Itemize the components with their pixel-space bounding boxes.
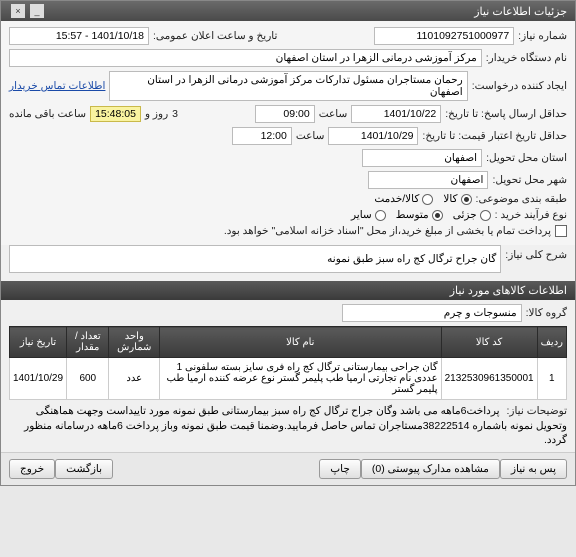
radio-icon bbox=[422, 194, 433, 205]
value-valid-time: 12:00 bbox=[232, 127, 292, 145]
cell-qty: 600 bbox=[67, 358, 109, 400]
th-unit: واحد شمارش bbox=[109, 327, 160, 358]
radio-goods[interactable]: کالا bbox=[443, 193, 471, 205]
value-days: 3 bbox=[172, 108, 178, 120]
table-row[interactable]: 1 2132530961350001 گان جراحی بیمارستانی … bbox=[10, 358, 567, 400]
th-name: نام کالا bbox=[160, 327, 442, 358]
radio-small[interactable]: جزئی bbox=[453, 209, 491, 221]
countdown: 15:48:05 bbox=[90, 106, 141, 122]
value-city: اصفهان bbox=[368, 171, 488, 189]
label-purchase-type: نوع فرآیند خرید : bbox=[495, 209, 567, 221]
value-requester: رحمان مستاجران مسئول تدارکات مرکز آموزشی… bbox=[109, 71, 467, 101]
value-deadline-date: 1401/10/22 bbox=[351, 105, 441, 123]
attachments-button[interactable]: مشاهده مدارک پیوستی (0) bbox=[361, 459, 500, 479]
label-province: استان محل تحویل: bbox=[486, 152, 567, 164]
label-city: شهر محل تحویل: bbox=[492, 174, 567, 186]
exit-button[interactable]: خروج bbox=[9, 459, 55, 479]
label-notes: توضیحات نیاز: bbox=[507, 404, 568, 419]
minimize-icon[interactable]: _ bbox=[30, 4, 44, 18]
label-requester: ایجاد کننده درخواست: bbox=[472, 80, 567, 92]
titlebar: جزئیات اطلاعات نیاز _ × bbox=[1, 1, 575, 21]
label-need-no: شماره نیاز: bbox=[518, 30, 567, 42]
radio-icon bbox=[432, 210, 443, 221]
label-remain: ساعت باقی مانده bbox=[9, 108, 86, 120]
label-category: طبقه بندی موضوعی: bbox=[476, 193, 567, 205]
value-deadline-time: 09:00 bbox=[255, 105, 315, 123]
radio-icon bbox=[461, 194, 472, 205]
radio-label-medium: متوسط bbox=[396, 209, 429, 221]
value-goods-group: منسوجات و چرم bbox=[342, 304, 522, 322]
cell-unit: عدد bbox=[109, 358, 160, 400]
value-need-title: گان جراح ترگال کج راه سبز طبق نمونه bbox=[9, 245, 501, 273]
cell-row: 1 bbox=[537, 358, 566, 400]
radio-other[interactable]: سایر bbox=[351, 209, 386, 221]
label-hour-1: ساعت bbox=[319, 108, 348, 120]
th-date: تاریخ نیاز bbox=[10, 327, 67, 358]
cell-date: 1401/10/29 bbox=[10, 358, 67, 400]
radio-label-small: جزئی bbox=[453, 209, 477, 221]
radio-service[interactable]: کالا/خدمت bbox=[374, 193, 433, 205]
radio-icon bbox=[480, 210, 491, 221]
th-qty: تعداد / مقدار bbox=[67, 327, 109, 358]
label-announce-dt: تاریخ و ساعت اعلان عمومی: bbox=[153, 30, 277, 42]
print-button[interactable]: چاپ bbox=[319, 459, 361, 479]
th-row: ردیف bbox=[537, 327, 566, 358]
radio-medium[interactable]: متوسط bbox=[396, 209, 443, 221]
value-announce-dt: 1401/10/18 - 15:57 bbox=[9, 27, 149, 45]
radio-label-goods: کالا bbox=[443, 193, 457, 205]
category-radio-group: کالا کالا/خدمت bbox=[374, 193, 471, 205]
close-button[interactable]: بازگشت bbox=[55, 459, 113, 479]
value-need-no: 1101092751000977 bbox=[374, 27, 514, 45]
label-hour-2: ساعت bbox=[296, 130, 325, 142]
section-goods-header: اطلاعات کالاهای مورد نیاز bbox=[1, 281, 575, 300]
purchase-radio-group: جزئی متوسط سایر bbox=[351, 209, 491, 221]
goods-table: ردیف کد کالا نام کالا واحد شمارش تعداد /… bbox=[9, 326, 567, 400]
window-controls: _ × bbox=[9, 4, 44, 18]
label-day-and: روز و bbox=[145, 108, 168, 120]
cell-name: گان جراحی بیمارستانی ترگال کج راه فری سا… bbox=[160, 358, 442, 400]
treasury-checkbox[interactable] bbox=[555, 225, 567, 237]
contact-link[interactable]: اطلاعات تماس خریدار bbox=[9, 80, 105, 92]
value-province: اصفهان bbox=[362, 149, 482, 167]
back-button[interactable]: پس به نیاز bbox=[500, 459, 567, 479]
footer: پس به نیاز مشاهده مدارک پیوستی (0) چاپ ب… bbox=[1, 452, 575, 485]
label-valid-until: حداقل تاریخ اعتبار قیمت: تا تاریخ: bbox=[422, 130, 567, 142]
value-notes: پرداخت6ماهه می باشد وگان جراح ترگال کج ر… bbox=[24, 405, 567, 446]
close-icon[interactable]: × bbox=[11, 4, 25, 18]
radio-label-other: سایر bbox=[351, 209, 372, 221]
form-area: شماره نیاز: 1101092751000977 تاریخ و ساع… bbox=[1, 21, 575, 245]
window-title: جزئیات اطلاعات نیاز bbox=[474, 5, 567, 18]
label-payment-note: پرداخت تمام یا بخشی از مبلغ خرید،از محل … bbox=[224, 225, 551, 237]
notes-area: توضیحات نیاز: پرداخت6ماهه می باشد وگان ج… bbox=[9, 404, 567, 448]
value-valid-date: 1401/10/29 bbox=[328, 127, 418, 145]
label-goods-group: گروه کالا: bbox=[526, 307, 567, 319]
label-deadline: حداقل ارسال پاسخ: تا تاریخ: bbox=[445, 108, 567, 120]
radio-icon bbox=[375, 210, 386, 221]
cell-code: 2132530961350001 bbox=[441, 358, 537, 400]
th-code: کد کالا bbox=[441, 327, 537, 358]
label-buyer: نام دستگاه خریدار: bbox=[486, 52, 567, 64]
value-buyer: مرکز آموزشی درمانی الزهرا در استان اصفها… bbox=[9, 49, 482, 67]
radio-label-service: کالا/خدمت bbox=[374, 193, 419, 205]
label-need-title: شرح کلی نیاز: bbox=[505, 245, 567, 273]
